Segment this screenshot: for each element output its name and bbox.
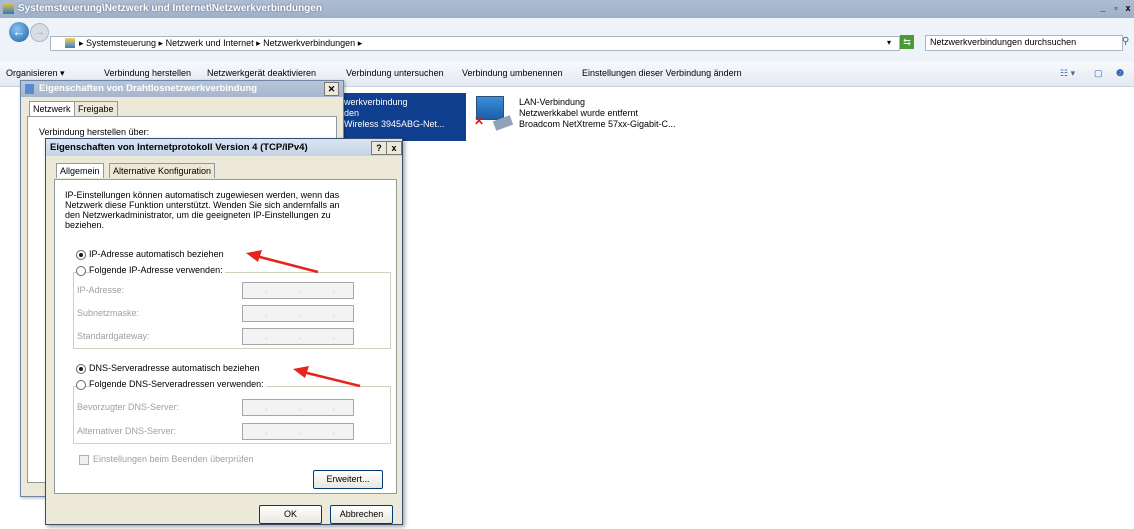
arrow-ip-auto <box>246 250 319 274</box>
annotation-arrows <box>246 250 361 388</box>
arrow-dns-auto <box>293 366 361 388</box>
